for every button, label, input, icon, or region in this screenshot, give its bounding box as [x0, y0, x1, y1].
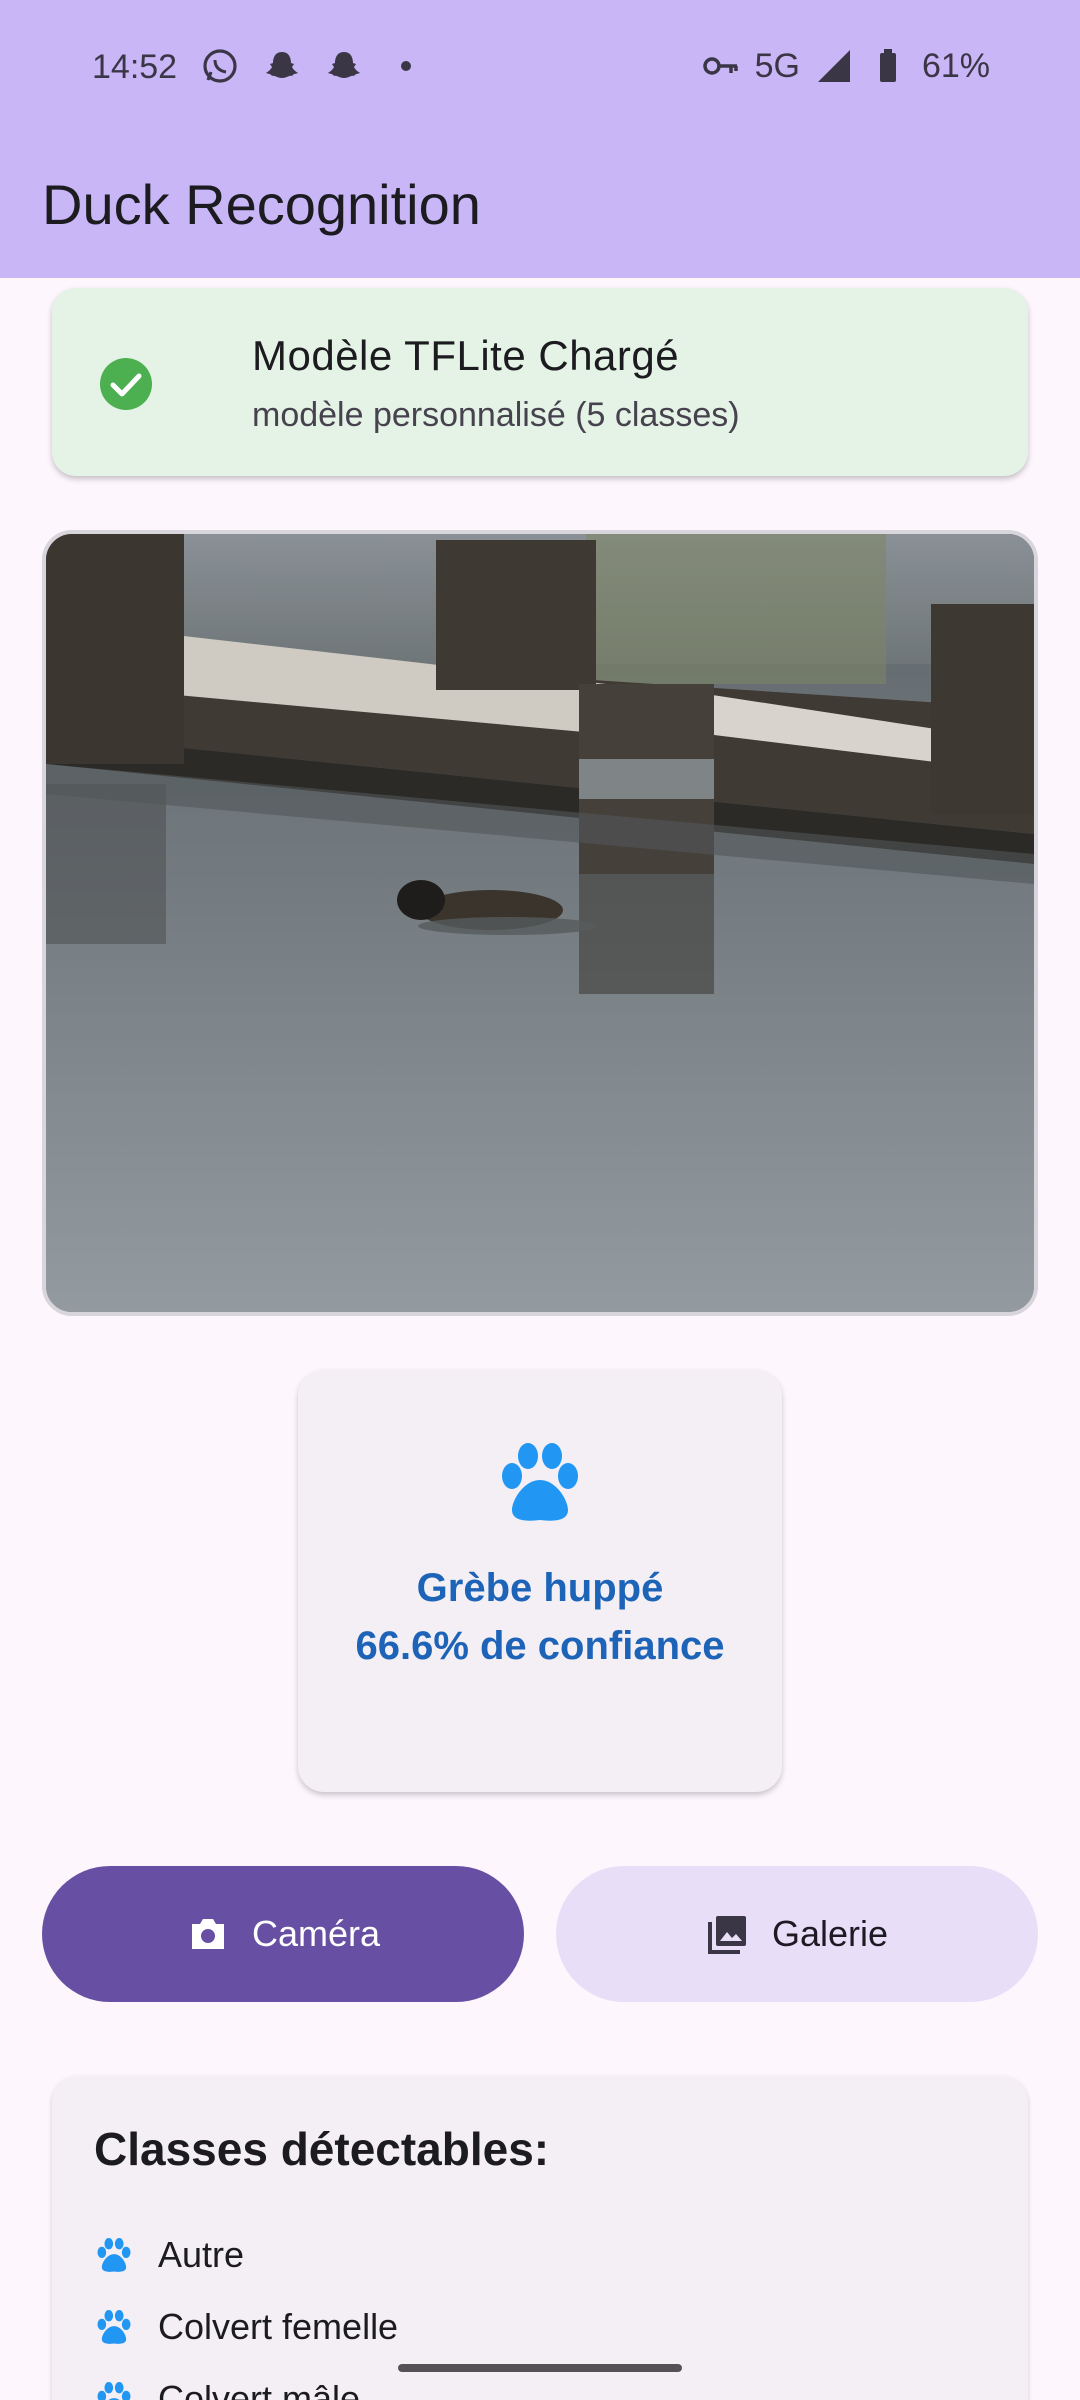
class-label: Colvert femelle [158, 2306, 399, 2347]
whatsapp-icon [203, 49, 237, 83]
notification-icons [200, 46, 426, 86]
camera-button-label: Caméra [251, 1913, 381, 1954]
class-label: Autre [158, 2234, 245, 2275]
predicted-species: Grèbe huppé [416, 1566, 664, 1610]
paw-icon [97, 2382, 131, 2400]
gallery-button[interactable]: Galerie [556, 1866, 1038, 2002]
gallery-button-label: Galerie [771, 1913, 889, 1954]
paw-icon [97, 2310, 131, 2344]
duck-photo [46, 534, 1034, 1312]
list-item: Autre [94, 2234, 244, 2276]
detectable-classes-card: Classes détectables: Autre Colvert femel… [52, 2076, 1028, 2400]
model-status-subtitle: modèle personnalisé (5 classes) [252, 396, 740, 434]
class-label: Colvert mâle [158, 2378, 361, 2400]
check-circle-icon [100, 358, 152, 410]
selected-photo [42, 530, 1038, 1316]
battery-level: 61% [921, 46, 990, 85]
home-indicator[interactable] [398, 2364, 682, 2372]
paw-icon [502, 1443, 578, 1521]
model-status-title: Modèle TFLite Chargé [252, 332, 680, 379]
key-icon [702, 57, 738, 75]
camera-icon [191, 1919, 224, 1949]
system-icons: 5G 61% [701, 46, 990, 86]
signal-icon [817, 50, 850, 82]
status-bar: 14:52 5G 61% [0, 0, 1080, 136]
prediction-confidence: 66.6% de confiance [355, 1624, 725, 1668]
snapchat-icon [266, 52, 298, 78]
image-icon [707, 1916, 746, 1954]
list-item: Colvert femelle [94, 2306, 398, 2348]
battery-icon [879, 49, 896, 82]
dot-icon [401, 61, 411, 71]
status-time: 14:52 [92, 48, 178, 86]
list-item: Colvert mâle [94, 2378, 360, 2400]
network-type: 5G [754, 46, 800, 85]
paw-icon [97, 2238, 131, 2272]
recognition-result-card: Grèbe huppé 66.6% de confiance [298, 1370, 782, 1792]
app-header: 14:52 5G 61% Duck Recognition [0, 0, 1080, 278]
camera-button[interactable]: Caméra [42, 1866, 524, 2002]
page-title: Duck Recognition [42, 173, 481, 236]
classes-heading: Classes détectables: [94, 2123, 550, 2175]
model-status-card: Modèle TFLite Chargé modèle personnalisé… [52, 288, 1028, 476]
snapchat-icon [328, 52, 360, 78]
